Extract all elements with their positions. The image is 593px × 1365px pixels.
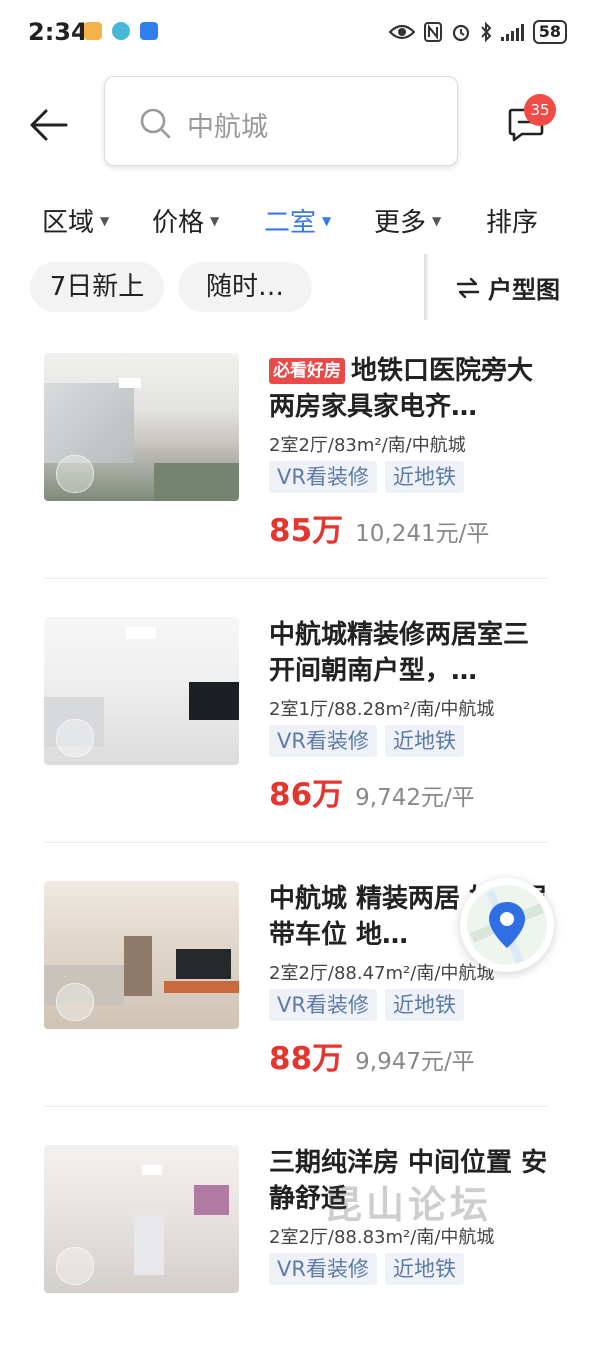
battery-indicator: 58 (532, 20, 567, 44)
price-per-sqm: 9,947元/平 (355, 1049, 475, 1075)
listing-photo (44, 1145, 239, 1293)
feature-tag: VR看装修 (269, 1253, 377, 1285)
feature-tag: 近地铁 (384, 1253, 464, 1285)
vr-icon (56, 455, 94, 493)
listing-item[interactable]: 中航城精装修两居室三开间朝南户型，… 2室1厅/88.28m²/南/中航城 VR… (44, 617, 548, 837)
search-input[interactable]: 中航城 (104, 76, 458, 166)
price-total: 86万 (269, 777, 344, 813)
price-total: 85万 (269, 513, 344, 549)
listing-title: 中航城精装修两居室三开间朝南户型，… (269, 617, 551, 689)
chevron-down-icon: ▼ (210, 213, 220, 228)
floorplan-label: 户型图 (488, 276, 560, 304)
feature-tag: VR看装修 (269, 725, 377, 757)
message-count-badge: 35 (524, 94, 556, 126)
must-see-badge: 必看好房 (269, 358, 345, 384)
filter-more[interactable]: 更多 ▼ (374, 202, 441, 239)
tag-new-7days[interactable]: 7日新上 (30, 262, 164, 312)
listing-specs: 2室2厅/83m²/南/中航城 (269, 435, 466, 456)
divider (44, 578, 548, 579)
price-row: 85万 10,241元/平 (269, 505, 489, 550)
status-notification-icons (84, 22, 158, 40)
forum-watermark: 昆山论坛 (324, 1183, 493, 1227)
bluetooth-icon (480, 22, 492, 42)
status-time: 2:34 (28, 18, 88, 46)
search-query-text: 中航城 (187, 112, 268, 143)
listing-title-text: 中航城精装修两居室三开间朝南户型，… (269, 620, 530, 686)
price-per-sqm: 9,742元/平 (355, 785, 475, 811)
map-pin-icon (467, 885, 547, 965)
feature-tag: VR看装修 (269, 461, 377, 493)
feature-tag: 近地铁 (384, 461, 464, 493)
price-per-sqm: 10,241元/平 (355, 521, 490, 547)
app-notification-icon (84, 22, 102, 40)
listing-photo (44, 617, 239, 765)
feature-tags: VR看装修 近地铁 (269, 461, 464, 493)
status-system-icons: 58 (388, 20, 567, 44)
filter-label: 二室 (264, 208, 317, 238)
price-total: 88万 (269, 1041, 344, 1077)
nfc-icon (423, 22, 442, 42)
filter-sort[interactable]: 排序 (486, 202, 538, 239)
back-button[interactable] (28, 104, 70, 146)
status-bar: 2:34 58 (0, 0, 593, 62)
listing-photo (44, 353, 239, 501)
alarm-icon (452, 24, 469, 42)
feature-tag: 近地铁 (384, 725, 464, 757)
chevron-down-icon: ▼ (100, 213, 110, 228)
chevron-down-icon: ▼ (432, 213, 442, 228)
divider (44, 1106, 548, 1107)
vr-icon (56, 1247, 94, 1285)
vr-icon (56, 983, 94, 1021)
filter-region[interactable]: 区域 ▼ (42, 202, 109, 239)
network-app-icon (112, 22, 130, 40)
tag-anytime[interactable]: 随时… (178, 262, 312, 312)
wifi-app-icon (140, 22, 158, 40)
feature-tag: VR看装修 (269, 989, 377, 1021)
eye-icon (388, 24, 415, 40)
tags-divider (424, 254, 428, 320)
filter-price[interactable]: 价格 ▼ (152, 202, 219, 239)
price-row: 86万 9,742元/平 (269, 769, 475, 814)
divider (44, 842, 548, 843)
vr-icon (56, 719, 94, 757)
filter-label: 区域 (42, 208, 95, 238)
price-row: 88万 9,947元/平 (269, 1033, 475, 1078)
swap-icon (456, 277, 480, 298)
filter-label: 价格 (152, 208, 205, 238)
feature-tags: VR看装修 近地铁 (269, 989, 464, 1021)
filter-bar: 区域 ▼ 价格 ▼ 二室 ▼ 更多 ▼ 排序 (0, 202, 593, 246)
filter-label: 排序 (486, 208, 539, 238)
chevron-down-icon: ▼ (322, 213, 332, 228)
listing-photo (44, 881, 239, 1029)
map-button[interactable] (460, 878, 554, 972)
feature-tags: VR看装修 近地铁 (269, 725, 464, 757)
feature-tags: VR看装修 近地铁 (269, 1253, 464, 1285)
listing-specs: 2室1厅/88.28m²/南/中航城 (269, 699, 495, 720)
filter-label: 更多 (374, 208, 427, 238)
listing-title: 必看好房 地铁口医院旁大两房家具家电齐… (269, 353, 551, 425)
listing-item[interactable]: 必看好房 地铁口医院旁大两房家具家电齐… 2室2厅/83m²/南/中航城 VR看装… (44, 353, 548, 573)
filter-rooms[interactable]: 二室 ▼ (264, 202, 331, 239)
signal-icon (500, 23, 524, 41)
floorplan-toggle[interactable]: 户型图 (456, 270, 560, 305)
search-icon (140, 108, 171, 139)
feature-tag: 近地铁 (384, 989, 464, 1021)
